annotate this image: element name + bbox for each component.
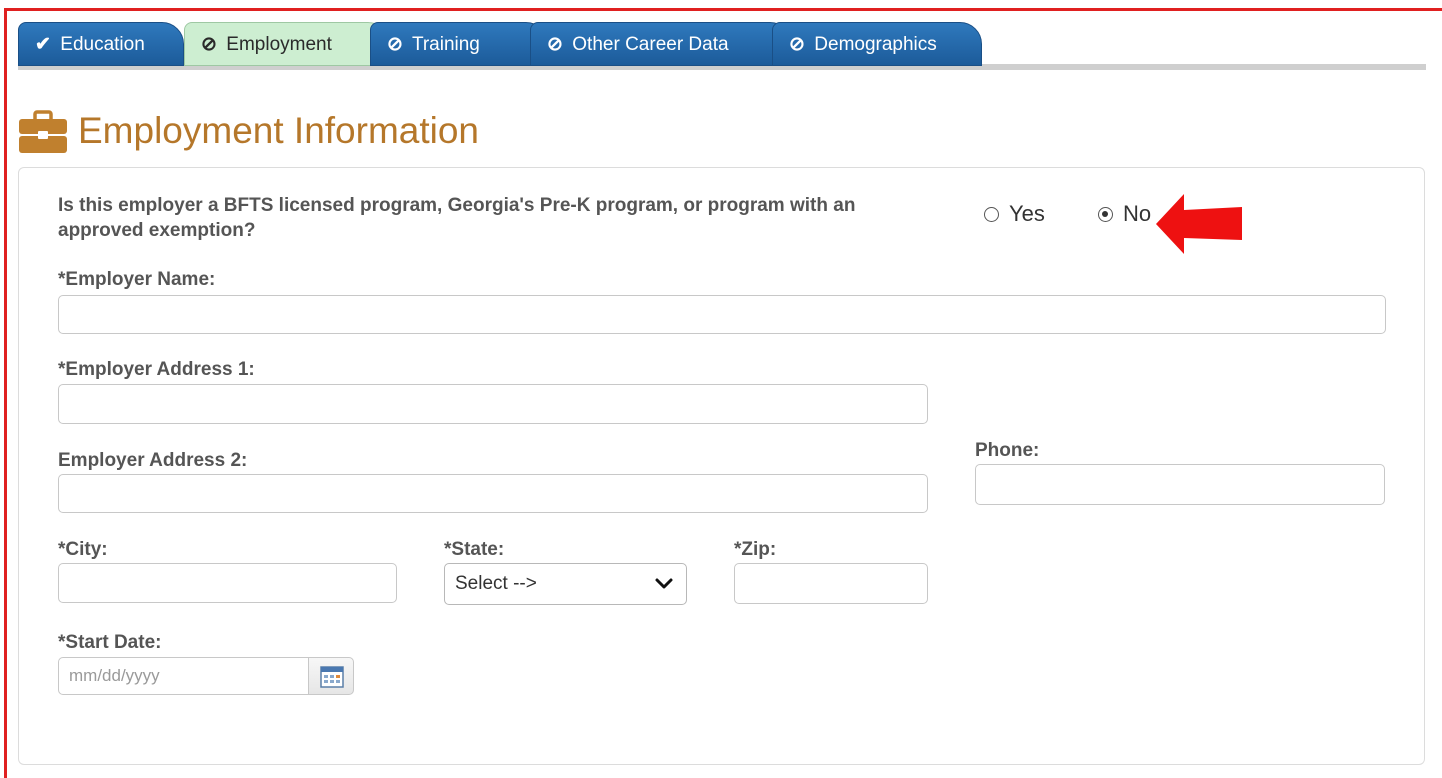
start-date-label: *Start Date: (58, 632, 162, 653)
tab-label: Training (411, 34, 480, 55)
start-date-input[interactable] (58, 657, 310, 695)
tab-demographics[interactable]: ⊘ Demographics (772, 22, 982, 66)
city-input[interactable] (58, 563, 397, 603)
tab-label: Employment (226, 34, 332, 55)
employer-name-input[interactable] (58, 295, 1386, 334)
employer-address2-input[interactable] (58, 474, 928, 513)
chevron-down-icon (655, 578, 673, 589)
tab-employment[interactable]: ⊘ Employment (184, 22, 390, 66)
radio-no-button[interactable] (1098, 207, 1113, 222)
state-label: *State: (444, 539, 505, 560)
tab-label: Education (60, 34, 145, 55)
phone-input[interactable] (975, 464, 1385, 505)
check-icon: ✔ (35, 34, 51, 55)
calendar-button[interactable] (308, 657, 354, 695)
bfts-question: Is this employer a BFTS licensed program… (58, 195, 856, 241)
page-title: Employment Information (78, 110, 480, 151)
tab-training[interactable]: ⊘ Training (370, 22, 548, 66)
red-arrow-icon (1156, 194, 1242, 254)
employer-address2-label: Employer Address 2: (58, 450, 248, 471)
city-label: *City: (58, 539, 108, 560)
no-symbol-icon: ⊘ (789, 34, 805, 55)
tab-label: Demographics (814, 34, 937, 55)
state-select[interactable]: Select --> (444, 563, 687, 605)
tab-bar: ✔ Education ⊘ Employment ⊘ Training ⊘ Ot… (18, 22, 1426, 70)
radio-yes-label: Yes (1009, 201, 1045, 226)
tab-label: Other Career Data (572, 34, 729, 55)
employer-address1-label: *Employer Address 1: (58, 359, 255, 380)
no-symbol-icon: ⊘ (547, 34, 563, 55)
employer-address1-input[interactable] (58, 384, 928, 424)
state-select-value: Select --> (455, 573, 537, 594)
tab-education[interactable]: ✔ Education (18, 22, 184, 66)
briefcase-icon (19, 110, 67, 153)
no-symbol-icon: ⊘ (387, 34, 403, 55)
radio-no[interactable]: No (1098, 201, 1151, 227)
radio-yes[interactable]: Yes (984, 201, 1045, 227)
employer-name-label: *Employer Name: (58, 269, 216, 290)
phone-label: Phone: (975, 440, 1040, 461)
calendar-icon (320, 666, 344, 688)
zip-input[interactable] (734, 563, 928, 604)
radio-no-label: No (1123, 201, 1152, 226)
tab-other-career-data[interactable]: ⊘ Other Career Data (530, 22, 792, 66)
zip-label: *Zip: (734, 539, 777, 560)
radio-yes-button[interactable] (984, 207, 999, 222)
no-symbol-icon: ⊘ (201, 34, 217, 55)
